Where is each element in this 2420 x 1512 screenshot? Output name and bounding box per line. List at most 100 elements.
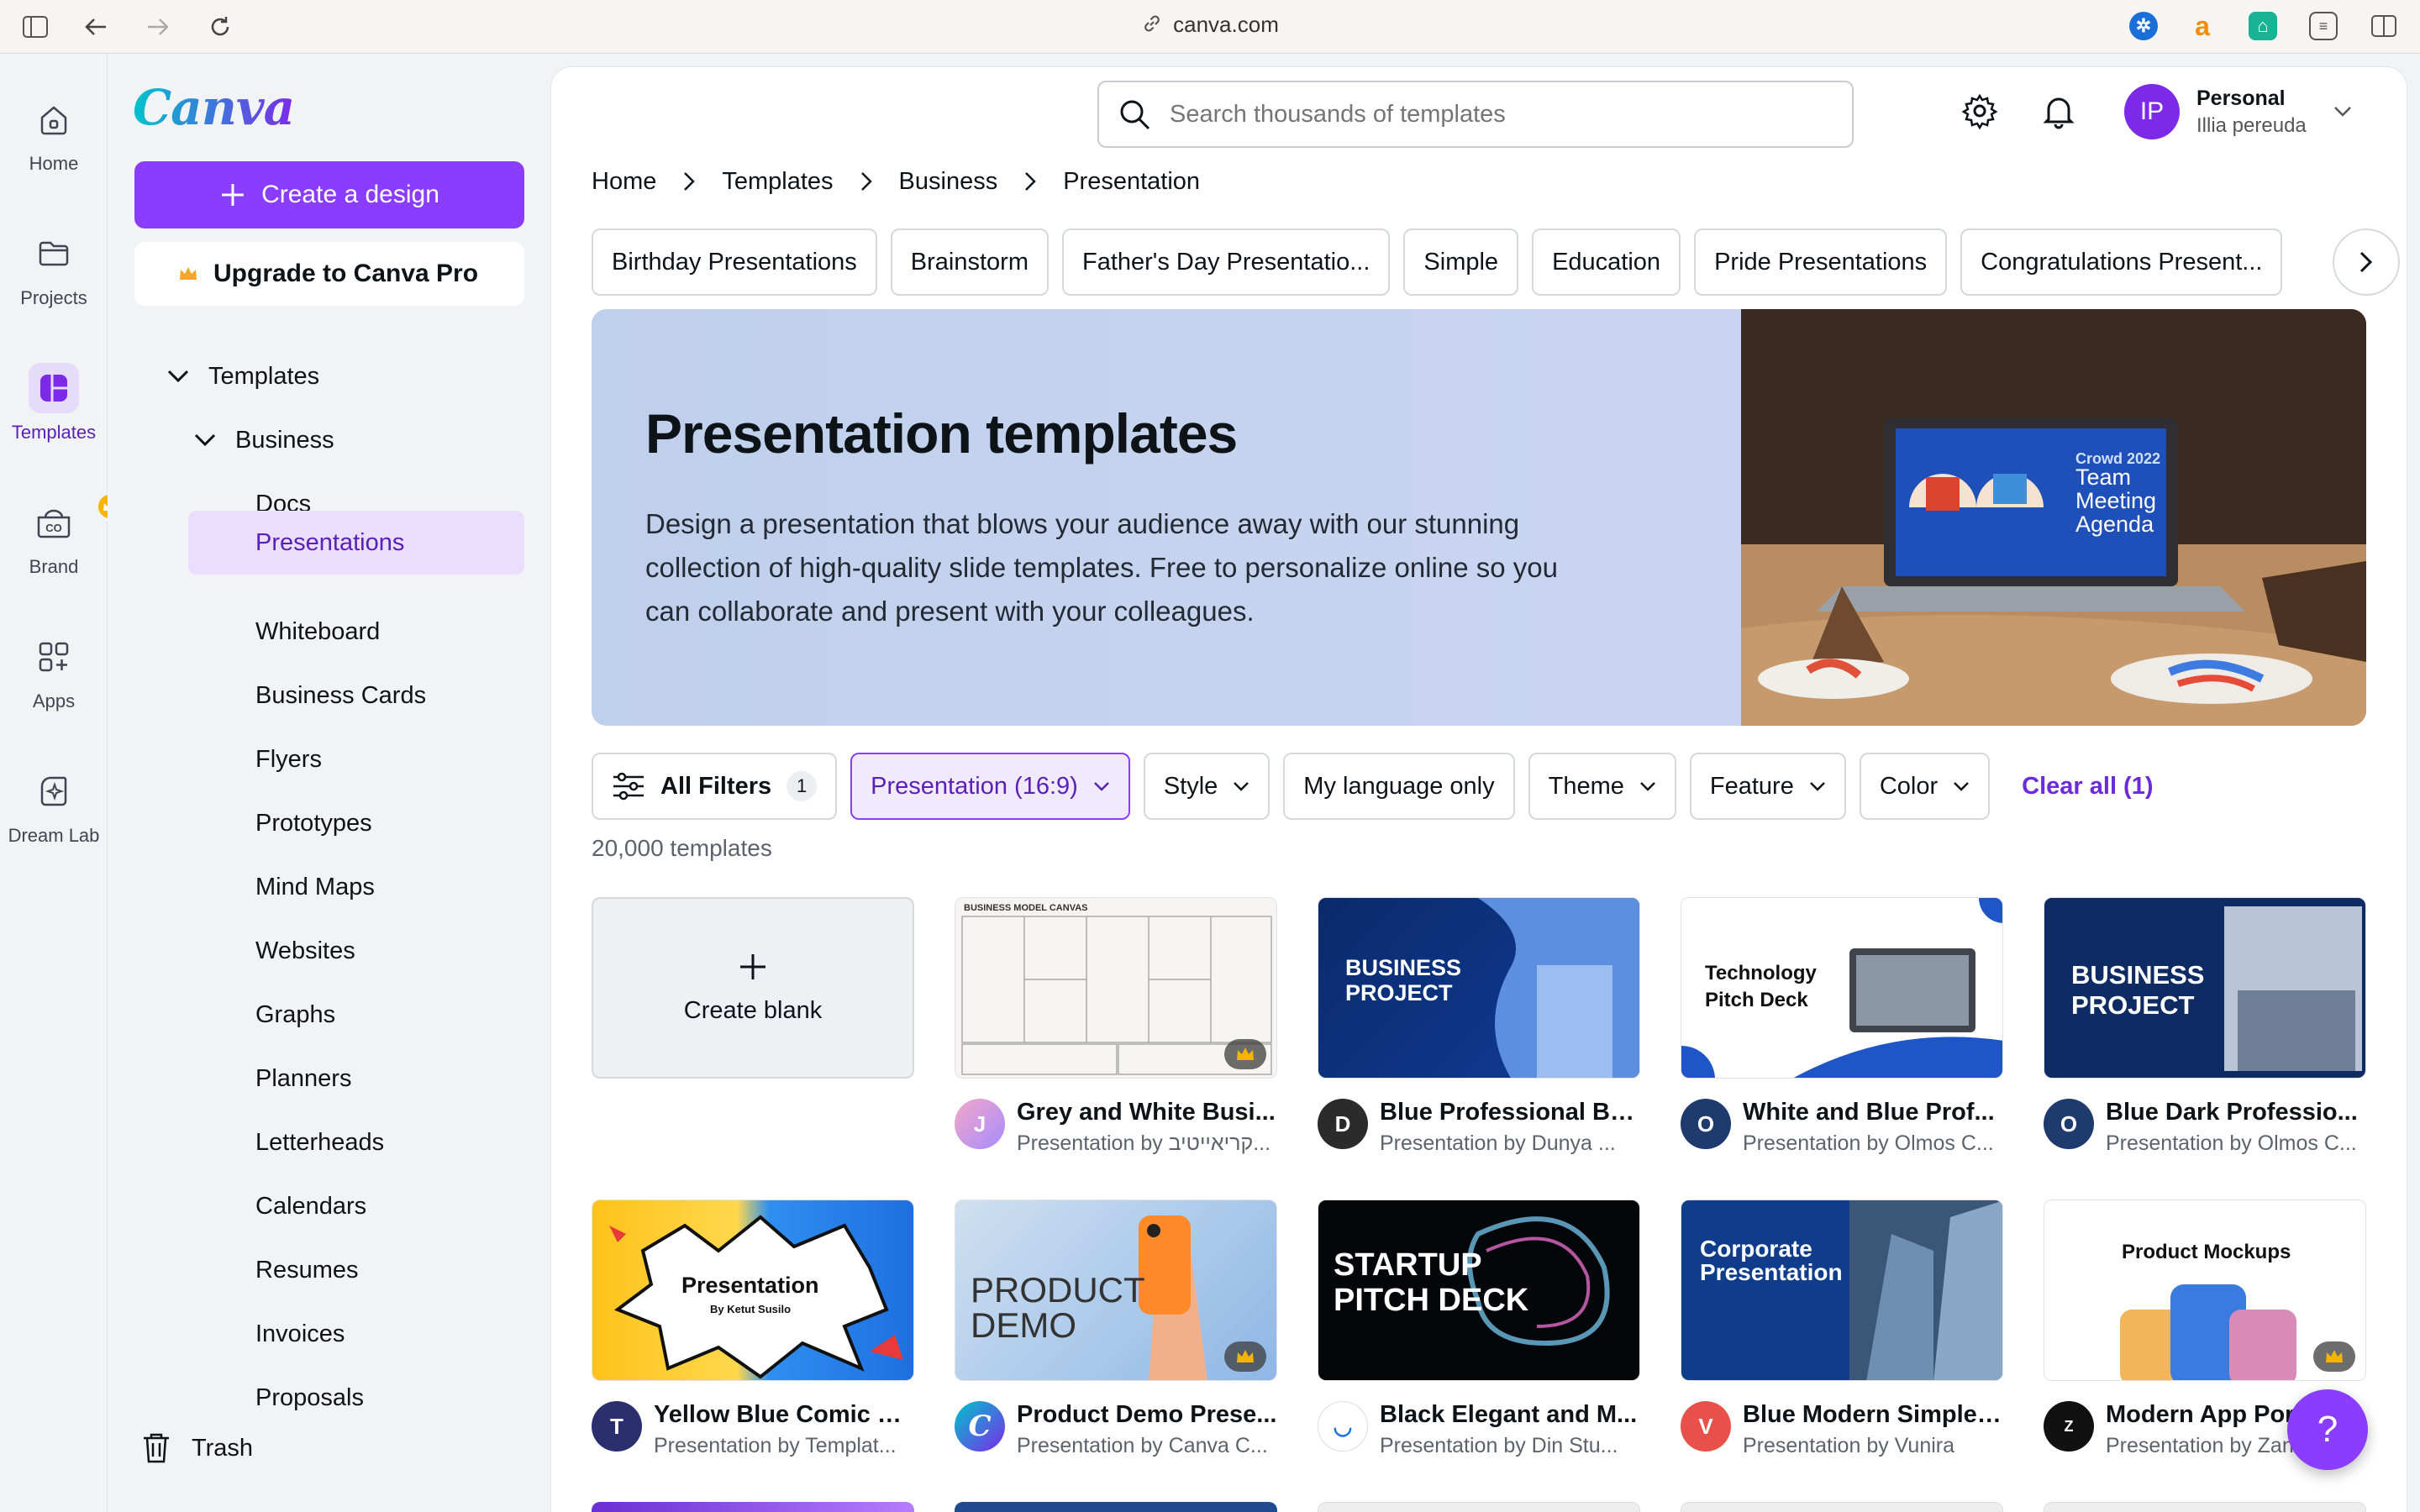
sidebar-item-prototypes[interactable]: Prototypes xyxy=(255,798,372,848)
create-design-button[interactable]: Create a design xyxy=(134,161,524,228)
sidebar-item-flyers[interactable]: Flyers xyxy=(255,734,322,785)
template-creator[interactable]: Presentation by Templat... xyxy=(654,1434,914,1458)
chip-pride[interactable]: Pride Presentations xyxy=(1694,228,1948,296)
settings-gear-icon[interactable] xyxy=(1961,92,1998,134)
creator-avatar[interactable]: D xyxy=(1318,1099,1368,1149)
template-card[interactable]: Corporate Presentation V Blue Modern Sim… xyxy=(1681,1200,2003,1458)
canva-logo[interactable]: Canva xyxy=(133,79,295,136)
sidebar-item-invoices[interactable]: Invoices xyxy=(255,1309,345,1359)
breadcrumb-business[interactable]: Business xyxy=(899,168,998,196)
template-title[interactable]: Blue Professional Bu... xyxy=(1380,1099,1640,1126)
create-blank-card[interactable]: Create blank xyxy=(592,897,914,1079)
rail-item-home[interactable]: Home xyxy=(0,94,108,175)
sidebar-item-graphs[interactable]: Graphs xyxy=(255,990,335,1040)
feature-filter[interactable]: Feature xyxy=(1689,753,1846,820)
template-title[interactable]: Black Elegant and M... xyxy=(1380,1401,1640,1429)
chip-birthday[interactable]: Birthday Presentations xyxy=(592,228,877,296)
rail-item-projects[interactable]: Projects xyxy=(0,228,108,309)
template-thumb-partial[interactable] xyxy=(955,1502,1277,1512)
template-thumb-partial[interactable] xyxy=(1318,1502,1640,1512)
address-bar[interactable]: canva.com xyxy=(0,12,2420,40)
template-title[interactable]: Product Demo Prese... xyxy=(1017,1401,1277,1429)
creator-avatar[interactable]: J xyxy=(955,1099,1005,1149)
template-thumb-partial[interactable] xyxy=(592,1502,914,1512)
style-filter[interactable]: Style xyxy=(1143,753,1270,820)
template-card[interactable]: Technology Pitch Deck O White and Blue P… xyxy=(1681,897,2003,1156)
tree-templates[interactable]: Templates xyxy=(166,351,319,402)
chips-next-button[interactable] xyxy=(2333,228,2400,296)
template-creator[interactable]: Presentation by קריאייטיב... xyxy=(1017,1131,1277,1156)
template-card[interactable]: PRODUCT DEMO C Product Demo Prese... Pre… xyxy=(955,1200,1277,1458)
breadcrumb-templates[interactable]: Templates xyxy=(722,168,833,196)
extension-a-icon[interactable]: a xyxy=(2188,11,2217,41)
all-filters-button[interactable]: All Filters 1 xyxy=(592,753,838,820)
chip-brainstorm[interactable]: Brainstorm xyxy=(890,228,1049,296)
chip-simple[interactable]: Simple xyxy=(1403,228,1519,296)
creator-avatar[interactable]: V xyxy=(1681,1401,1731,1452)
sidebar-item-mind-maps[interactable]: Mind Maps xyxy=(255,862,375,912)
creator-avatar[interactable]: ◡ xyxy=(1318,1401,1368,1452)
sidebar-item-whiteboard[interactable]: Whiteboard xyxy=(255,606,380,657)
template-creator[interactable]: Presentation by Dunya ... xyxy=(1380,1131,1640,1156)
sidebar-item-presentations[interactable]: Presentations xyxy=(188,511,524,575)
template-thumb-partial[interactable] xyxy=(1681,1502,2003,1512)
rail-item-templates[interactable]: Templates xyxy=(0,363,108,444)
template-card[interactable]: BUSINESS PROJECT D Blue Professional Bu.… xyxy=(1318,897,1640,1156)
sidebar-item-letterheads[interactable]: Letterheads xyxy=(255,1117,384,1168)
template-creator[interactable]: Presentation by Olmos C... xyxy=(2106,1131,2366,1156)
clear-all-link[interactable]: Clear all (1) xyxy=(2022,773,2153,801)
help-button[interactable]: ? xyxy=(2287,1389,2368,1470)
sidebar-item-websites[interactable]: Websites xyxy=(255,926,355,976)
template-creator[interactable]: Presentation by Canva C... xyxy=(1017,1434,1277,1458)
sidebar-item-planners[interactable]: Planners xyxy=(255,1053,351,1104)
sidebar-item-resumes[interactable]: Resumes xyxy=(255,1245,359,1295)
extension-settings-icon[interactable]: ✲ xyxy=(2129,12,2158,40)
template-title[interactable]: Yellow Blue Comic D... xyxy=(654,1401,914,1429)
template-creator[interactable]: Presentation by Vunira xyxy=(1743,1434,2003,1458)
sidebar-item-business-cards[interactable]: Business Cards xyxy=(255,670,426,721)
presentation-size-filter[interactable]: Presentation (16:9) xyxy=(850,753,1130,820)
creator-avatar[interactable]: T xyxy=(592,1401,642,1452)
rail-item-brand[interactable]: CO Brand xyxy=(0,492,124,578)
chip-fathers-day[interactable]: Father's Day Presentatio... xyxy=(1061,228,1391,296)
rail-item-dream-lab[interactable]: Dream Lab xyxy=(0,766,108,847)
split-view-icon[interactable] xyxy=(2370,12,2398,40)
upgrade-button[interactable]: Upgrade to Canva Pro xyxy=(134,242,524,306)
language-filter[interactable]: My language only xyxy=(1283,753,1515,820)
search-input[interactable] xyxy=(1168,99,1852,129)
extension-list-icon[interactable]: ≡ xyxy=(2309,12,2338,40)
template-card[interactable]: Presentation By Ketut Susilo T Yellow Bl… xyxy=(592,1200,914,1458)
template-title[interactable]: Blue Modern Simple ... xyxy=(1743,1401,2003,1429)
chip-congratulations[interactable]: Congratulations Present... xyxy=(1960,228,2283,296)
template-title[interactable]: Blue Dark Professio... xyxy=(2106,1099,2366,1126)
creator-avatar[interactable]: Z xyxy=(2044,1401,2094,1452)
template-title[interactable]: White and Blue Prof... xyxy=(1743,1099,2003,1126)
template-card[interactable]: STARTUP PITCH DECK ◡ Black Elegant and M… xyxy=(1318,1200,1640,1458)
search-box[interactable] xyxy=(1097,81,1854,148)
breadcrumb-home[interactable]: Home xyxy=(592,168,656,196)
color-filter[interactable]: Color xyxy=(1859,753,1991,820)
template-thumb: PRODUCT DEMO xyxy=(955,1200,1277,1381)
chip-education[interactable]: Education xyxy=(1532,228,1681,296)
account-menu[interactable]: IP Personal Illia pereuda xyxy=(2124,84,2352,139)
trash-item[interactable]: Trash xyxy=(141,1431,253,1465)
creator-avatar[interactable]: O xyxy=(2044,1099,2094,1149)
sidebar-item-calendars[interactable]: Calendars xyxy=(255,1181,366,1231)
rail-item-apps[interactable]: Apps xyxy=(0,632,108,712)
template-thumb-partial[interactable] xyxy=(2044,1502,2366,1512)
template-card[interactable]: BUSINESS PROJECT O Blue Dark Professio..… xyxy=(2044,897,2366,1156)
template-creator[interactable]: Presentation by Olmos C... xyxy=(1743,1131,2003,1156)
theme-filter[interactable]: Theme xyxy=(1528,753,1676,820)
language-filter-label: My language only xyxy=(1303,772,1495,800)
template-creator[interactable]: Presentation by Din Stu... xyxy=(1380,1434,1640,1458)
notifications-bell-icon[interactable] xyxy=(2040,92,2077,134)
extension-green-icon[interactable]: ⌂ xyxy=(2249,12,2277,40)
creator-avatar[interactable]: C xyxy=(955,1401,1005,1452)
tree-business[interactable]: Business xyxy=(193,415,334,465)
style-filter-label: Style xyxy=(1163,772,1218,800)
template-title[interactable]: Grey and White Busi... xyxy=(1017,1099,1277,1126)
trash-icon xyxy=(141,1431,171,1465)
template-card[interactable]: BUSINESS MODEL CANVAS J Grey and White B… xyxy=(955,897,1277,1156)
sidebar-item-proposals[interactable]: Proposals xyxy=(255,1373,364,1423)
creator-avatar[interactable]: O xyxy=(1681,1099,1731,1149)
